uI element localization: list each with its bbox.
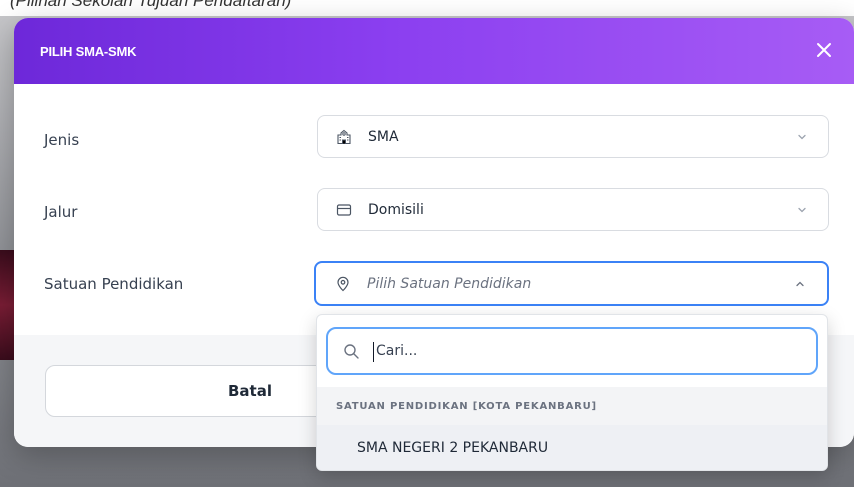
- satuan-pendidikan-label: Satuan Pendidikan: [44, 275, 184, 293]
- dropdown-group-header: SATUAN PENDIDIKAN [KOTA PEKANBARU]: [317, 387, 827, 425]
- jenis-label: Jenis: [44, 131, 80, 149]
- chevron-down-icon: [798, 207, 806, 213]
- jenis-value: SMA: [368, 129, 399, 145]
- jalur-select[interactable]: Domisili: [317, 188, 829, 231]
- search-icon: [344, 344, 359, 359]
- card-icon: [336, 204, 352, 216]
- location-pin-icon: [337, 276, 349, 292]
- dropdown-search-input[interactable]: [376, 338, 796, 364]
- dropdown-option[interactable]: SMA NEGERI 2 PEKANBARU: [317, 425, 827, 470]
- jalur-value: Domisili: [368, 202, 424, 218]
- dropdown-option-label: SMA NEGERI 2 PEKANBARU: [357, 440, 549, 456]
- dropdown-search-box[interactable]: [326, 327, 818, 375]
- chevron-up-icon: [796, 281, 804, 287]
- background-page-strip: (Pilihan Sekolah Tujuan Pendaftaran): [0, 0, 854, 16]
- jalur-label: Jalur: [44, 203, 78, 221]
- satuan-pendidikan-placeholder: Pilih Satuan Pendidikan: [367, 276, 532, 292]
- text-caret: [373, 342, 374, 362]
- chevron-down-icon: [798, 134, 806, 140]
- satuan-pendidikan-select[interactable]: Pilih Satuan Pendidikan: [314, 261, 829, 306]
- close-icon: [817, 43, 831, 57]
- school-building-icon: [337, 129, 351, 145]
- modal-header: PILIH SMA-SMK: [14, 18, 854, 84]
- background-page-text: (Pilihan Sekolah Tujuan Pendaftaran): [10, 0, 292, 10]
- jenis-select[interactable]: SMA: [317, 115, 829, 158]
- close-button[interactable]: [812, 38, 836, 62]
- dropdown-group-label: SATUAN PENDIDIKAN [KOTA PEKANBARU]: [336, 401, 597, 412]
- background-accent: [0, 250, 14, 360]
- satuan-pendidikan-dropdown: SATUAN PENDIDIKAN [KOTA PEKANBARU] SMA N…: [316, 314, 828, 471]
- modal-title: PILIH SMA-SMK: [40, 44, 137, 59]
